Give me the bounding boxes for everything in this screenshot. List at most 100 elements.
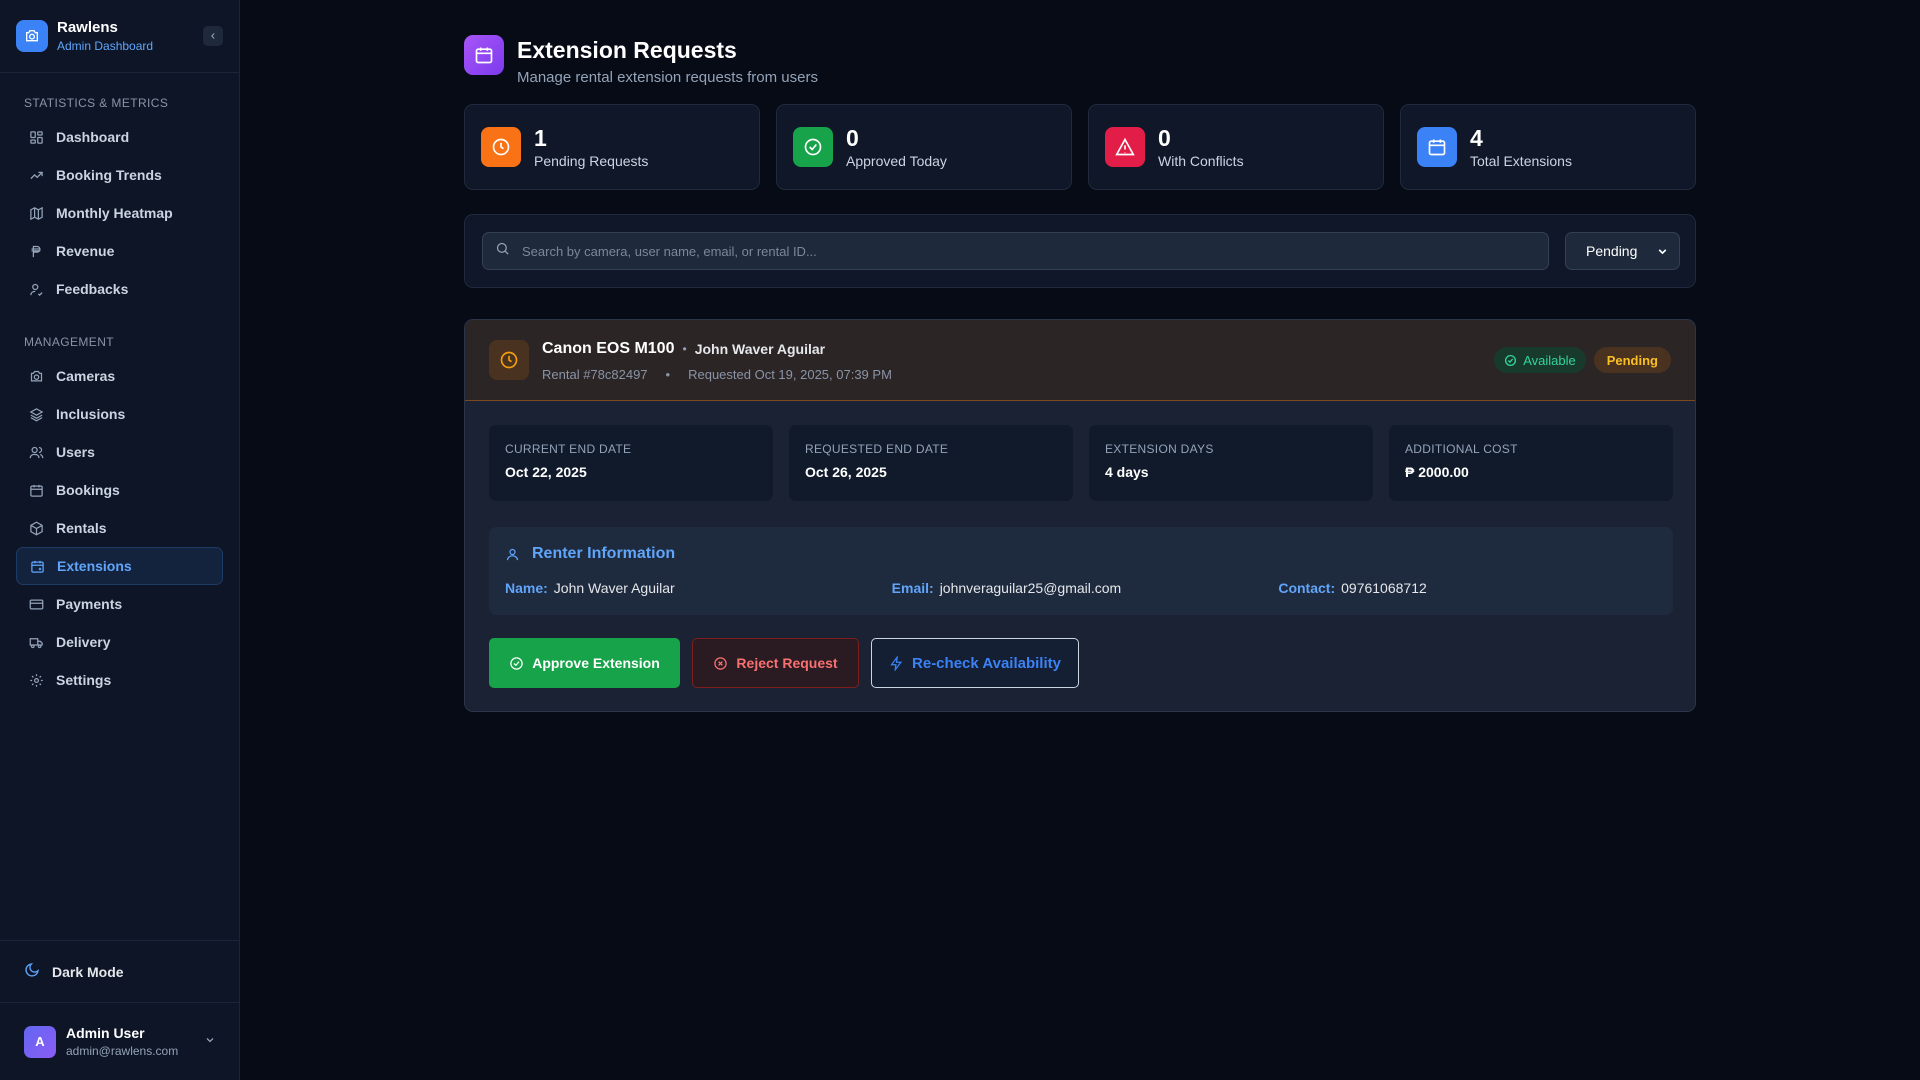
recheck-availability-button[interactable]: Re-check Availability xyxy=(871,638,1079,688)
reject-label: Reject Request xyxy=(736,655,838,671)
detail-value: ₱ 2000.00 xyxy=(1405,464,1469,480)
sidebar-item-label: Dashboard xyxy=(56,129,130,145)
user-icon xyxy=(506,548,519,560)
nav-heading-statistics: STATISTICS & METRICS xyxy=(24,96,169,110)
renter-name-field: Name: John Waver Aguilar xyxy=(505,580,892,596)
recheck-label: Re-check Availability xyxy=(912,654,1061,672)
renter-email-value: johnveraguilar25@gmail.com xyxy=(939,580,1122,596)
request-actions: Approve Extension Reject Request Re-chec… xyxy=(489,638,1079,688)
detail-requested-end-date: REQUESTED END DATE Oct 26, 2025 xyxy=(789,425,1073,501)
sidebar-item-payments[interactable]: Payments xyxy=(16,585,223,623)
warning-icon xyxy=(1105,127,1145,167)
renter-contact-label: Contact: xyxy=(1278,580,1336,596)
nav-heading-management: MANAGEMENT xyxy=(24,335,115,349)
sidebar-item-feedbacks[interactable]: Feedbacks xyxy=(16,270,223,308)
requested-date: Requested Oct 19, 2025, 07:39 PM xyxy=(688,367,892,382)
user-name: Admin User xyxy=(66,1025,145,1041)
sidebar-item-extensions[interactable]: Extensions xyxy=(16,547,223,585)
credit-card-icon xyxy=(28,596,44,612)
renter-title: Renter Information xyxy=(532,545,676,562)
status-badge: Pending xyxy=(1593,347,1671,373)
package-icon xyxy=(28,520,44,536)
sidebar-item-users[interactable]: Users xyxy=(16,433,223,471)
x-circle-icon xyxy=(714,656,728,670)
detail-additional-cost: ADDITIONAL COST ₱ 2000.00 xyxy=(1389,425,1673,501)
stat-card-pending: 1 Pending Requests xyxy=(464,104,760,190)
stat-value: 1 xyxy=(534,125,547,151)
stat-card-approved: 0 Approved Today xyxy=(776,104,1072,190)
sidebar-item-label: Delivery xyxy=(56,634,111,650)
filter-bar: Pending xyxy=(464,214,1696,288)
user-menu[interactable]: A Admin User admin@rawlens.com xyxy=(0,1002,240,1080)
sidebar-item-monthly-heatmap[interactable]: Monthly Heatmap xyxy=(16,194,223,232)
trending-up-icon xyxy=(28,167,44,183)
sidebar-item-label: Booking Trends xyxy=(56,167,162,183)
sidebar-item-label: Revenue xyxy=(56,243,115,259)
brand-subtitle: Admin Dashboard xyxy=(57,39,154,53)
sidebar-item-label: Inclusions xyxy=(56,406,126,422)
sidebar: Rawlens Admin Dashboard STATISTICS & MET… xyxy=(0,0,240,1080)
detail-current-end-date: CURRENT END DATE Oct 22, 2025 xyxy=(489,425,773,501)
layers-icon xyxy=(28,406,44,422)
user-feedback-icon xyxy=(28,281,44,297)
nav-section-management: MANAGEMENT Cameras Inclusions Users Book… xyxy=(0,335,239,699)
availability-badge: Available xyxy=(1494,347,1586,373)
sidebar-item-cameras[interactable]: Cameras xyxy=(16,357,223,395)
sidebar-item-revenue[interactable]: Revenue xyxy=(16,232,223,270)
lightning-icon xyxy=(890,655,903,671)
camera-icon xyxy=(28,368,44,384)
sidebar-item-rentals[interactable]: Rentals xyxy=(16,509,223,547)
sidebar-item-settings[interactable]: Settings xyxy=(16,661,223,699)
sidebar-item-delivery[interactable]: Delivery xyxy=(16,623,223,661)
collapse-sidebar-button[interactable] xyxy=(203,26,223,46)
detail-value: Oct 22, 2025 xyxy=(505,464,587,480)
sidebar-item-bookings[interactable]: Bookings xyxy=(16,471,223,509)
calendar-icon xyxy=(1417,127,1457,167)
search-box[interactable] xyxy=(482,232,1549,270)
stat-label: Total Extensions xyxy=(1470,153,1572,169)
sidebar-item-label: Extensions xyxy=(57,558,132,574)
detail-extension-days: EXTENSION DAYS 4 days xyxy=(1089,425,1373,501)
sidebar-item-label: Monthly Heatmap xyxy=(56,205,173,221)
search-input[interactable] xyxy=(522,243,1536,259)
availability-label: Available xyxy=(1523,352,1576,368)
detail-value: 4 days xyxy=(1105,464,1149,480)
sidebar-item-label: Bookings xyxy=(56,482,120,498)
brand-header: Rawlens Admin Dashboard xyxy=(0,0,239,73)
dark-mode-toggle[interactable]: Dark Mode xyxy=(0,940,240,1002)
user-email: admin@rawlens.com xyxy=(66,1044,179,1058)
renter-name-label: Name: xyxy=(505,580,548,596)
truck-icon xyxy=(28,634,44,650)
approve-extension-button[interactable]: Approve Extension xyxy=(489,638,680,688)
sidebar-item-label: Cameras xyxy=(56,368,116,384)
stat-value: 0 xyxy=(846,125,859,151)
approve-label: Approve Extension xyxy=(532,655,660,671)
users-icon xyxy=(28,444,44,460)
separator-dot: • xyxy=(665,367,671,382)
sidebar-item-inclusions[interactable]: Inclusions xyxy=(16,395,223,433)
renter-name-value: John Waver Aguilar xyxy=(553,580,675,596)
page-title: Extension Requests xyxy=(517,37,737,63)
sidebar-item-label: Settings xyxy=(56,672,112,688)
request-details: CURRENT END DATE Oct 22, 2025 REQUESTED … xyxy=(489,425,1673,501)
stat-label: Approved Today xyxy=(846,153,947,169)
sidebar-item-booking-trends[interactable]: Booking Trends xyxy=(16,156,223,194)
stat-value: 4 xyxy=(1470,125,1483,151)
rental-id: Rental #78c82497 xyxy=(542,367,648,382)
sidebar-item-dashboard[interactable]: Dashboard xyxy=(16,118,223,156)
detail-label: ADDITIONAL COST xyxy=(1405,442,1518,456)
search-icon xyxy=(495,241,510,261)
sidebar-item-label: Feedbacks xyxy=(56,281,129,297)
renter-contact-field: Contact: 09761068712 xyxy=(1278,580,1665,596)
status-filter-value: Pending xyxy=(1586,243,1638,259)
stats-row: 1 Pending Requests 0 Approved Today 0 Wi… xyxy=(464,104,1696,190)
stat-card-total: 4 Total Extensions xyxy=(1400,104,1696,190)
nav-section-statistics: STATISTICS & METRICS Dashboard Booking T… xyxy=(0,96,239,308)
renter-information: Renter Information Name: John Waver Aguil… xyxy=(489,527,1673,615)
chevron-down-icon xyxy=(204,1033,216,1051)
status-filter-select[interactable]: Pending xyxy=(1565,232,1680,270)
clock-icon xyxy=(481,127,521,167)
calendar-extension-icon xyxy=(29,558,45,574)
map-icon xyxy=(28,205,44,221)
reject-request-button[interactable]: Reject Request xyxy=(692,638,859,688)
